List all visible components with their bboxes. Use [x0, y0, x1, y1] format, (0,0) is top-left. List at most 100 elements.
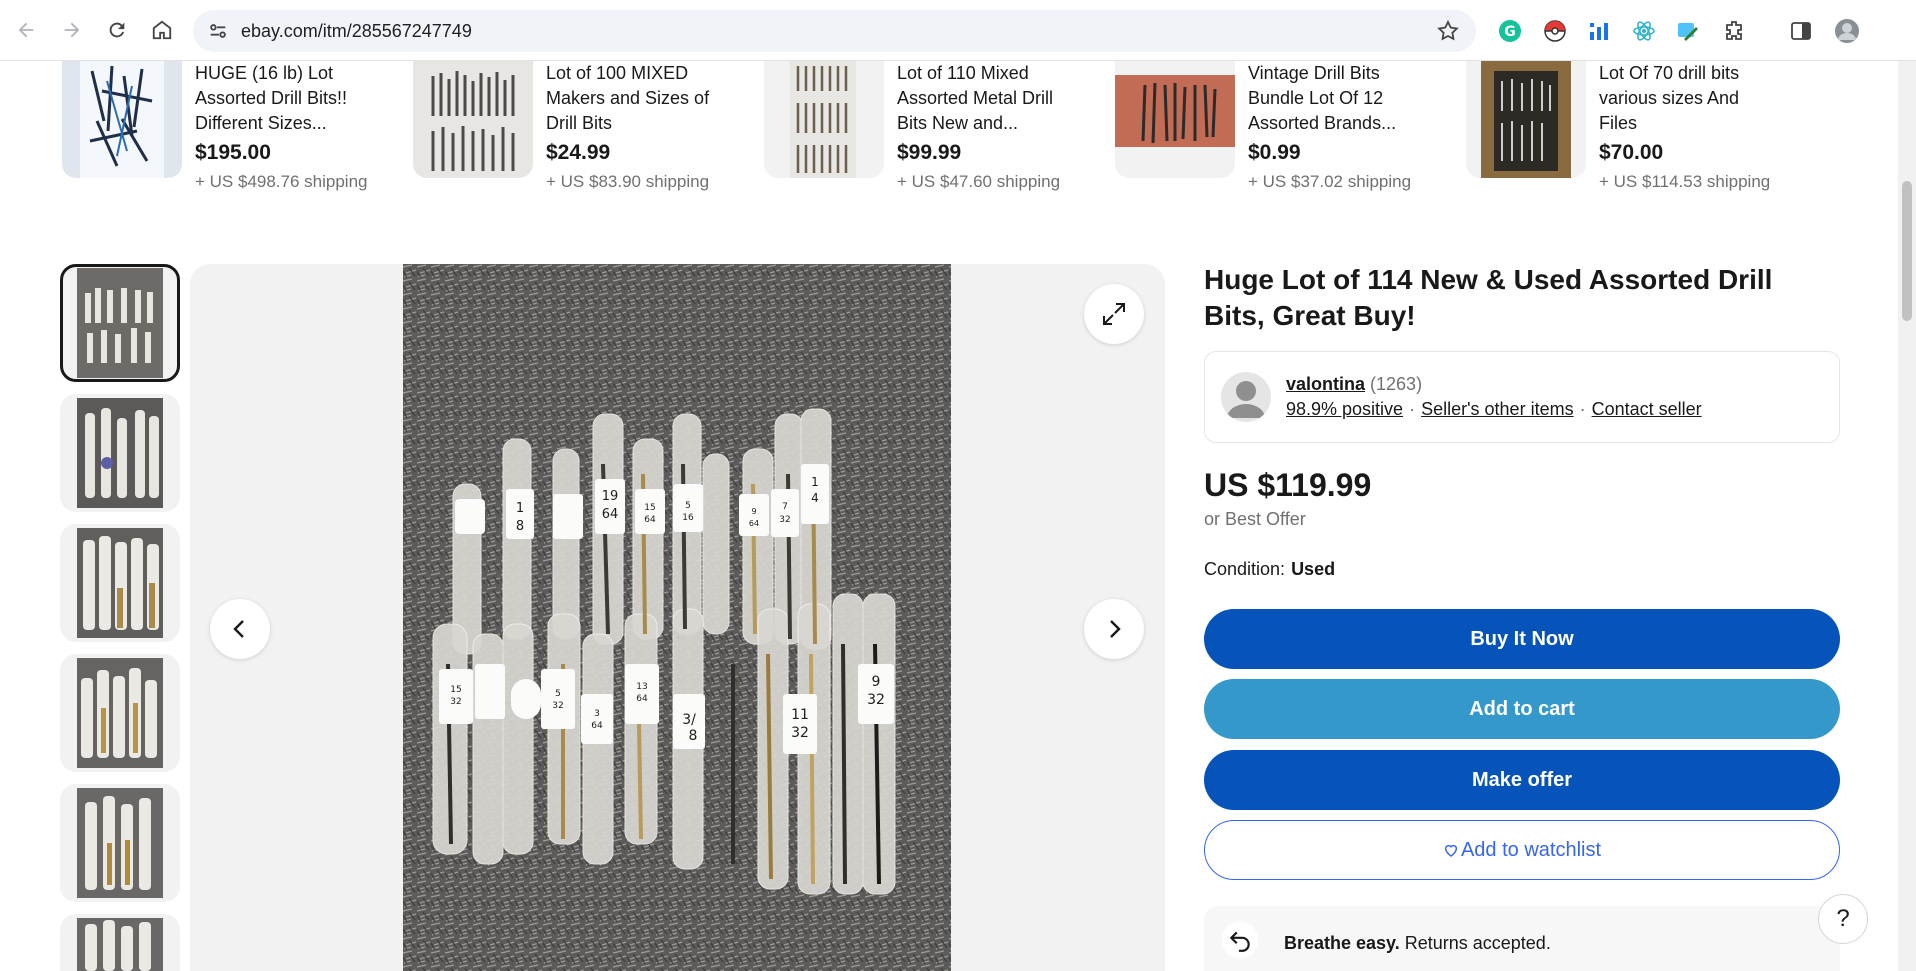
condition-row: Condition: Used	[1204, 559, 1335, 580]
return-arrow-icon	[1222, 922, 1258, 958]
svg-text:13: 13	[636, 682, 647, 692]
svg-text:32: 32	[779, 515, 790, 525]
reload-icon[interactable]	[101, 14, 133, 46]
similar-item-image[interactable]	[413, 61, 533, 178]
similar-item-image[interactable]	[1115, 61, 1235, 178]
scrollbar-thumb[interactable]	[1902, 181, 1912, 321]
watchlist-label: Add to watchlist	[1460, 838, 1602, 861]
similar-item-title[interactable]: Lot of 110 Mixed Assorted Metal Drill Bi…	[897, 61, 1077, 136]
svg-text:3/: 3/	[682, 712, 696, 728]
returns-detail: Returns accepted.	[1399, 933, 1551, 953]
expand-arrows-icon	[1103, 303, 1125, 325]
svg-text:4: 4	[811, 491, 819, 505]
extensions-icon[interactable]	[1720, 17, 1748, 45]
similar-item-title[interactable]: HUGE (16 lb) Lot Assorted Drill Bits!! D…	[195, 61, 375, 136]
profile-avatar[interactable]	[1833, 17, 1861, 45]
home-icon[interactable]	[146, 14, 178, 46]
similar-item-price: $99.99	[897, 141, 962, 164]
add-to-watchlist-button[interactable]: Add to watchlist	[1204, 820, 1840, 880]
similar-item-title[interactable]: Lot of 100 MIXED Makers and Sizes of Dri…	[546, 61, 726, 136]
svg-text:8: 8	[516, 519, 524, 534]
fullscreen-expand-button[interactable]	[1084, 284, 1144, 344]
similar-item-shipping: + US $114.53 shipping	[1599, 172, 1771, 191]
address-bar[interactable]: ebay.com/itm/285567247749	[193, 10, 1476, 52]
contact-seller-link[interactable]: Contact seller	[1592, 399, 1702, 419]
condition-label: Condition:	[1204, 559, 1286, 579]
seller-card: valontina (1263) 98.9% positive · Seller's…	[1204, 351, 1840, 443]
browser-toolbar: ebay.com/itm/285567247749 G	[0, 0, 1916, 61]
similar-item-image[interactable]	[1466, 61, 1586, 178]
svg-text:1: 1	[516, 501, 524, 516]
image-thumbnail[interactable]	[60, 264, 180, 382]
similar-item-image[interactable]	[62, 61, 182, 178]
seller-name-link[interactable]: valontina	[1286, 374, 1365, 394]
listing-price: US $119.99	[1204, 467, 1372, 503]
next-image-button[interactable]	[1084, 599, 1144, 659]
help-button[interactable]: ?	[1818, 894, 1868, 944]
url-text[interactable]: ebay.com/itm/285567247749	[241, 21, 472, 42]
similar-item-price: $0.99	[1248, 141, 1301, 164]
svg-text:16: 16	[682, 513, 694, 523]
main-product-image[interactable]: 1 8 19 64 15 64 5 16 9 64 7 32 1 4 15 32 5 32 3 64…	[403, 264, 951, 971]
similar-item-price: $24.99	[546, 141, 611, 164]
svg-text:32: 32	[867, 692, 885, 708]
chevron-right-icon	[1110, 620, 1121, 638]
seller-links: 98.9% positive · Seller's other items · Cont…	[1286, 399, 1702, 420]
react-devtools-icon[interactable]	[1630, 17, 1658, 45]
seller-other-items-link[interactable]: Seller's other items	[1421, 399, 1574, 419]
svg-text:64: 64	[749, 519, 759, 528]
similar-item-card[interactable]: HUGE (16 lb) Lot Assorted Drill Bits!! D…	[62, 61, 402, 211]
image-thumbnail[interactable]	[60, 524, 180, 642]
best-offer-note: or Best Offer	[1204, 509, 1306, 529]
similar-item-shipping: + US $498.76 shipping	[195, 172, 368, 191]
condition-value[interactable]: Used	[1291, 559, 1335, 579]
similar-item-card[interactable]: Lot Of 70 drill bits various sizes And F…	[1466, 61, 1806, 211]
svg-text:11: 11	[791, 707, 809, 723]
page-scrollbar[interactable]	[1898, 61, 1916, 971]
site-info-icon[interactable]	[207, 20, 229, 42]
svg-text:64: 64	[644, 515, 656, 525]
svg-text:G: G	[1504, 24, 1516, 40]
forward-icon[interactable]	[56, 14, 88, 46]
seller-positive-link[interactable]: 98.9% positive	[1286, 399, 1403, 419]
separator-dot: ·	[1409, 399, 1416, 419]
svg-text:1: 1	[811, 475, 819, 489]
svg-text:3: 3	[594, 709, 600, 719]
seller-feedback-count[interactable]: (1263)	[1370, 374, 1422, 394]
seller-avatar[interactable]	[1221, 372, 1271, 422]
separator-dot: ·	[1579, 399, 1586, 419]
previous-image-button[interactable]	[210, 599, 270, 659]
svg-text:5: 5	[685, 501, 691, 511]
chart-extension-icon[interactable]	[1585, 17, 1613, 45]
add-to-cart-button[interactable]: Add to cart	[1204, 679, 1840, 739]
similar-item-card[interactable]: Lot of 110 Mixed Assorted Metal Drill Bi…	[764, 61, 1104, 211]
svg-text:8: 8	[689, 728, 698, 744]
color-picker-icon[interactable]	[1674, 17, 1702, 45]
svg-text:7: 7	[782, 502, 788, 512]
similar-item-title[interactable]: Lot Of 70 drill bits various sizes And F…	[1599, 61, 1779, 136]
svg-text:32: 32	[552, 701, 563, 711]
similar-item-price: $70.00	[1599, 141, 1664, 164]
similar-item-image[interactable]	[764, 61, 884, 178]
similar-item-title[interactable]: Vintage Drill Bits Bundle Lot Of 12 Asso…	[1248, 61, 1428, 136]
back-icon[interactable]	[10, 14, 42, 46]
make-offer-button[interactable]: Make offer	[1204, 750, 1840, 810]
buy-it-now-button[interactable]: Buy It Now	[1204, 609, 1840, 669]
image-thumbnail[interactable]	[60, 914, 180, 971]
svg-text:15: 15	[450, 685, 461, 695]
returns-banner: Breathe easy. Returns accepted.	[1204, 906, 1840, 971]
image-thumbnail[interactable]	[60, 654, 180, 772]
svg-text:9: 9	[872, 674, 881, 690]
listing-title: Huge Lot of 114 New & Used Assorted Dril…	[1204, 264, 1773, 331]
svg-text:64: 64	[636, 694, 648, 704]
grammarly-icon[interactable]: G	[1496, 17, 1524, 45]
pokeball-icon[interactable]	[1541, 17, 1569, 45]
similar-item-card[interactable]: Vintage Drill Bits Bundle Lot Of 12 Asso…	[1115, 61, 1455, 211]
image-thumbnail[interactable]	[60, 784, 180, 902]
side-panel-icon[interactable]	[1787, 17, 1815, 45]
chevron-left-icon	[233, 620, 244, 638]
similar-item-shipping: + US $47.60 shipping	[897, 172, 1061, 191]
image-thumbnail[interactable]	[60, 394, 180, 512]
similar-item-card[interactable]: Lot of 100 MIXED Makers and Sizes of Dri…	[413, 61, 753, 211]
bookmark-star-icon[interactable]	[1436, 19, 1460, 43]
